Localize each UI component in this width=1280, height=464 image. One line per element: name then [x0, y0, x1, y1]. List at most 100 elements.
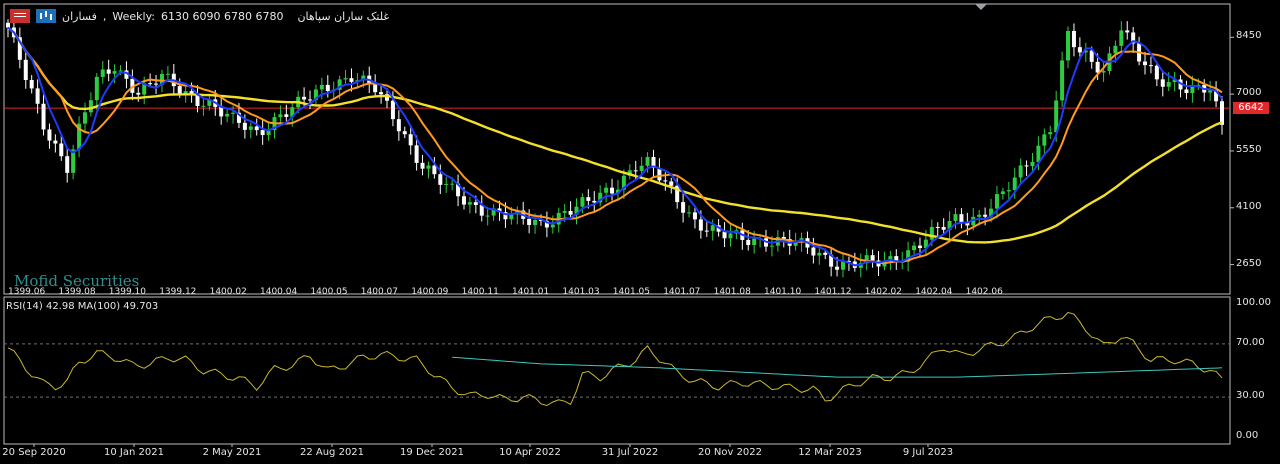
rsi-tick-label: 30.00	[1236, 390, 1265, 402]
candle-body	[325, 84, 330, 92]
jalali-date-label: 1401.07	[663, 287, 701, 297]
candle-body	[1095, 61, 1100, 73]
x-axis-date-label: 10 Jan 2021	[104, 447, 164, 458]
candle-body	[106, 69, 111, 74]
x-axis-date-label: 20 Nov 2022	[697, 447, 763, 458]
candle-body	[88, 100, 93, 113]
candle-body	[929, 226, 934, 240]
candle-body	[1077, 47, 1082, 53]
jalali-date-label: 1399.06	[8, 287, 46, 297]
candle-body	[746, 239, 751, 246]
candle-body	[100, 69, 105, 77]
candle-body	[426, 165, 431, 169]
candle-body	[681, 202, 686, 213]
candle-body	[379, 92, 384, 95]
jalali-date-label: 1402.04	[915, 287, 953, 297]
candle-body	[1018, 165, 1023, 178]
candle-body	[687, 212, 692, 214]
rsi-tick-label: 100.00	[1236, 297, 1271, 308]
jalali-date-label: 1402.06	[965, 287, 1003, 297]
candle-body	[1012, 177, 1017, 191]
candle-body	[568, 210, 573, 215]
candle-body	[47, 129, 52, 141]
candle-body	[1006, 190, 1011, 192]
candle-body	[390, 100, 395, 120]
x-axis-date-label: 2 May 2021	[202, 447, 262, 458]
candle-body	[29, 80, 34, 89]
candle-body	[645, 157, 650, 166]
candle-body	[669, 181, 674, 186]
symbol-name: فساران	[62, 9, 97, 23]
x-axis-date-label: 22 Aug 2021	[299, 447, 365, 458]
candle-body	[414, 145, 419, 163]
price-tick-label: 8450	[1236, 30, 1262, 42]
candle-body	[1000, 191, 1005, 195]
jalali-date-label: 1399.08	[58, 287, 96, 297]
candle-body	[811, 247, 816, 256]
jalali-date-label: 1400.05	[310, 287, 348, 297]
timeframe: Weekly:	[112, 9, 155, 23]
candle-body	[917, 245, 922, 249]
candle-body	[165, 73, 170, 75]
candle-body	[1184, 89, 1189, 94]
jalali-date-label: 1402.02	[864, 287, 903, 297]
candle-body	[1154, 65, 1159, 80]
candle-body	[148, 83, 153, 85]
candle-body	[23, 59, 28, 81]
candle-body	[343, 78, 348, 80]
candle-body	[1166, 82, 1171, 87]
candle-body	[1066, 30, 1071, 61]
candle-body	[195, 94, 200, 106]
ohlc-values: 6130 6090 6780 6780	[160, 9, 284, 23]
candle-body	[420, 162, 425, 169]
candle-body	[604, 187, 609, 193]
rsi-line	[7, 311, 1223, 407]
candle-body	[41, 103, 46, 130]
symbol-list-icon[interactable]	[10, 9, 30, 23]
candle-body	[1220, 101, 1224, 125]
company-name: غلتک ساران سپاهان	[297, 9, 390, 23]
rsi-indicator-label: RSI(14) 42.98 MA(100) 49.703	[6, 301, 159, 312]
candle-body	[396, 119, 401, 132]
candle-body	[461, 196, 466, 205]
candle-body	[1101, 70, 1106, 73]
jalali-date-label: 1401.10	[764, 287, 802, 297]
candle-body	[953, 214, 958, 221]
candle-body	[278, 114, 283, 118]
chart-shift-marker	[975, 4, 987, 10]
candle-body	[580, 197, 585, 207]
candle-body	[983, 214, 988, 217]
price-panel-frame	[3, 3, 1231, 295]
candle-body	[260, 130, 265, 136]
jalali-date-label: 1399.12	[159, 287, 197, 297]
jalali-date-label: 1400.02	[209, 287, 247, 297]
rsi-tick-label: 0.00	[1236, 430, 1259, 441]
candle-body	[835, 266, 840, 270]
candle-body	[752, 238, 757, 246]
x-axis-date-label: 12 Mar 2023	[798, 447, 862, 458]
current-price-tag: 6642	[1233, 102, 1269, 114]
candle-body	[408, 134, 413, 146]
rsi-panel-frame	[3, 296, 1231, 445]
candle-body	[1113, 45, 1118, 54]
candle-body	[231, 112, 236, 114]
candle-body	[769, 245, 774, 247]
candle-body	[444, 183, 449, 185]
candle-body	[373, 83, 378, 93]
candle-body	[402, 131, 407, 135]
x-axis-date-label: 31 Jul 2022	[601, 447, 659, 458]
candle-body	[1030, 161, 1035, 167]
candle-body	[1125, 30, 1130, 33]
candle-body	[35, 88, 40, 104]
candle-body	[722, 231, 727, 239]
candle-body	[639, 165, 644, 171]
candle-body	[994, 194, 999, 209]
candle-body	[550, 224, 555, 228]
jalali-date-label: 1400.09	[411, 287, 449, 297]
candle-body	[1060, 60, 1065, 101]
chart-type-icon[interactable]	[36, 9, 56, 23]
mid-moving-average-line	[7, 26, 1223, 265]
jalali-date-label: 1401.01	[512, 287, 550, 297]
candle-body	[254, 126, 259, 131]
x-axis-date-label: 10 Apr 2022	[499, 447, 561, 458]
